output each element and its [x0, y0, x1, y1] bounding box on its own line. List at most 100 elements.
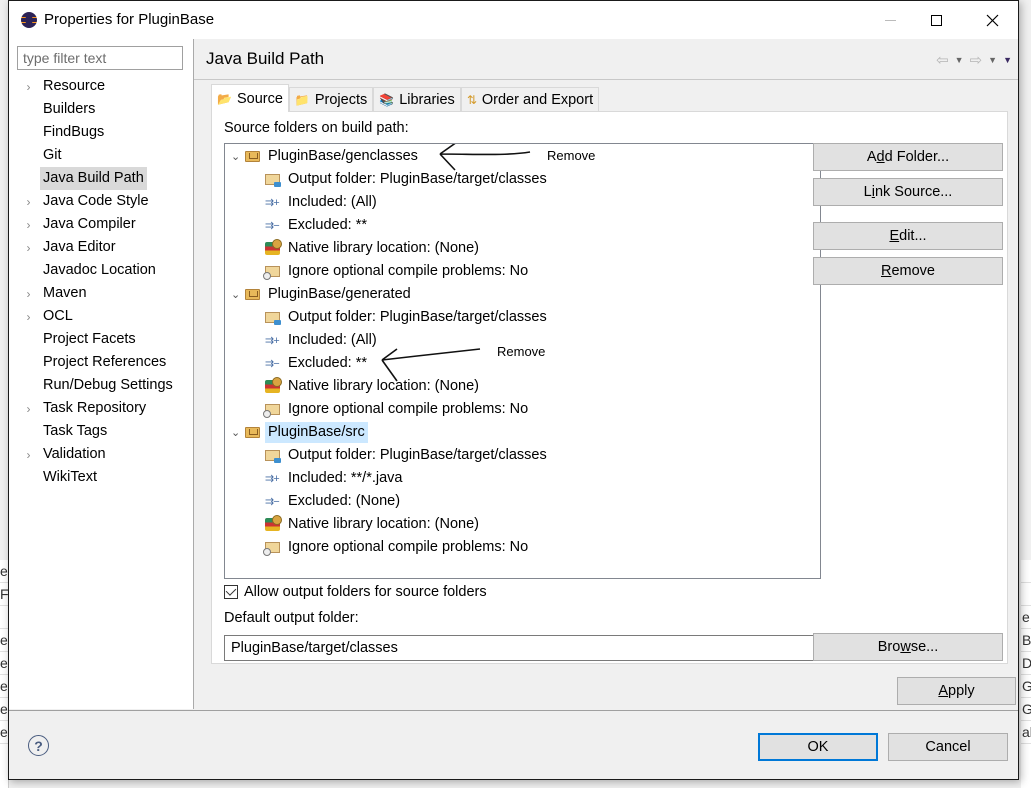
sidebar-item-label: Java Build Path: [40, 167, 147, 190]
sidebar-item-validation[interactable]: › Validation: [17, 443, 192, 466]
sidebar-item-project-references[interactable]: Project References: [17, 351, 192, 374]
sidebar-item-task-repository[interactable]: › Task Repository: [17, 397, 192, 420]
sidebar-item-label: WikiText: [43, 469, 97, 485]
sidebar-item-label: Java Editor: [43, 239, 116, 255]
sidebar-item-git[interactable]: Git: [17, 144, 192, 167]
link-source-button[interactable]: Link Source...: [813, 178, 1003, 206]
chevron-down-icon[interactable]: ⌄: [231, 150, 245, 163]
filter-input[interactable]: [17, 46, 183, 70]
chevron-right-icon[interactable]: ›: [17, 448, 40, 462]
attribute-text: Included: (All): [288, 194, 377, 210]
source-folder-row[interactable]: ⌄ PluginBase/src: [231, 421, 368, 444]
allow-output-folders-label: Allow output folders for source folders: [244, 584, 487, 600]
chevron-right-icon[interactable]: ›: [17, 241, 40, 255]
minimize-icon: [884, 19, 896, 21]
source-folder-attribute-row[interactable]: ⇉+ Included: (All): [265, 191, 380, 214]
native-library-icon: [265, 377, 285, 393]
source-folder-attribute-row[interactable]: Ignore optional compile problems: No: [263, 260, 531, 283]
sidebar-item-task-tags[interactable]: Task Tags: [17, 420, 192, 443]
attribute-text: Included: **/*.java: [288, 470, 403, 486]
sidebar-item-java-build-path[interactable]: Java Build Path: [17, 167, 192, 190]
tab-source[interactable]: 📂 Source: [211, 84, 289, 112]
sidebar-item-java-code-style[interactable]: › Java Code Style: [17, 190, 192, 213]
source-folder-attribute-row[interactable]: ⇉+ Included: **/*.java: [265, 467, 405, 490]
chevron-right-icon[interactable]: ›: [17, 310, 40, 324]
sidebar-item-label: Maven: [43, 285, 87, 301]
default-output-folder-label: Default output folder:: [224, 610, 359, 626]
chevron-right-icon[interactable]: ›: [17, 287, 40, 301]
footer-separator: [9, 710, 1018, 711]
sidebar-item-javadoc-location[interactable]: Javadoc Location: [17, 259, 192, 282]
chevron-right-icon[interactable]: ›: [17, 218, 40, 232]
ignore-problems-icon: [263, 404, 285, 418]
chevron-down-icon[interactable]: ⌄: [231, 288, 245, 301]
tab-projects[interactable]: 📁 Projects: [288, 87, 374, 112]
source-folder-attribute-row[interactable]: Native library location: (None): [265, 237, 482, 260]
view-menu-icon[interactable]: ▼: [1003, 55, 1012, 65]
source-folder-icon: [245, 151, 265, 162]
source-folder-attribute-row[interactable]: Output folder: PluginBase/target/classes: [265, 444, 550, 467]
sidebar-item-project-facets[interactable]: Project Facets: [17, 328, 192, 351]
edit-button[interactable]: Edit...: [813, 222, 1003, 250]
background-row: B: [1021, 629, 1031, 652]
remove-button[interactable]: Remove: [813, 257, 1003, 285]
source-folders-tree[interactable]: Remove Remove ⌄ PluginBase/genclasses Outp…: [224, 143, 821, 579]
minimize-button[interactable]: [867, 1, 913, 39]
back-dropdown-icon[interactable]: ▼: [955, 55, 964, 65]
sidebar-item-label: FindBugs: [43, 124, 105, 140]
back-arrow-icon[interactable]: ⇦: [936, 51, 949, 69]
source-folder-row[interactable]: ⌄ PluginBase/generated: [231, 283, 414, 306]
checkbox-checked-icon[interactable]: [224, 585, 238, 599]
sidebar-item-wikitext[interactable]: WikiText: [17, 466, 192, 489]
chevron-right-icon[interactable]: ›: [17, 195, 40, 209]
attribute-text: Output folder: PluginBase/target/classes: [288, 447, 547, 463]
tab-order-and-export[interactable]: ⇅ Order and Export: [460, 87, 600, 112]
browse-button[interactable]: Browse...: [813, 633, 1003, 661]
annotation-remove-1: Remove: [547, 148, 596, 163]
source-folder-attribute-row[interactable]: ⇉− Excluded: **: [265, 352, 370, 375]
sidebar-item-ocl[interactable]: › OCL: [17, 305, 192, 328]
source-folder-attribute-row[interactable]: ⇉− Excluded: (None): [265, 490, 403, 513]
sidebar-item-findbugs[interactable]: FindBugs: [17, 121, 192, 144]
attribute-text: Included: (All): [288, 332, 377, 348]
source-folder-attribute-row[interactable]: Output folder: PluginBase/target/classes: [265, 306, 550, 329]
background-row: e: [0, 560, 8, 583]
close-button[interactable]: [969, 1, 1015, 39]
attribute-text: Output folder: PluginBase/target/classes: [288, 309, 547, 325]
maximize-button[interactable]: [913, 1, 959, 39]
source-folder-attribute-row[interactable]: ⇉+ Included: (All): [265, 329, 380, 352]
sidebar-item-run-debug-settings[interactable]: Run/Debug Settings: [17, 374, 192, 397]
native-library-icon: [265, 515, 285, 531]
sidebar-item-maven[interactable]: › Maven: [17, 282, 192, 305]
sidebar-item-label: Git: [43, 147, 62, 163]
source-folder-attribute-row[interactable]: Ignore optional compile problems: No: [263, 398, 531, 421]
apply-button[interactable]: Apply: [897, 677, 1016, 705]
forward-arrow-icon[interactable]: ⇨: [970, 51, 983, 69]
exclusion-filter-icon: ⇉−: [265, 358, 280, 370]
inclusion-filter-icon: ⇉+: [265, 473, 280, 485]
sidebar-item-java-editor[interactable]: › Java Editor: [17, 236, 192, 259]
eclipse-icon: [21, 12, 37, 28]
page-title: Java Build Path: [206, 49, 325, 68]
sidebar-item-builders[interactable]: Builders: [17, 98, 192, 121]
add-folder-button[interactable]: Add Folder...: [813, 143, 1003, 171]
cancel-button[interactable]: Cancel: [888, 733, 1008, 761]
help-icon[interactable]: ?: [28, 735, 49, 756]
source-folder-attribute-row[interactable]: Ignore optional compile problems: No: [263, 536, 531, 559]
source-folder-attribute-row[interactable]: ⇉− Excluded: **: [265, 214, 370, 237]
default-output-folder-input[interactable]: PluginBase/target/classes: [224, 635, 821, 661]
sidebar-item-resource[interactable]: › Resource: [17, 75, 192, 98]
chevron-right-icon[interactable]: ›: [17, 80, 40, 94]
allow-output-folders-checkbox[interactable]: Allow output folders for source folders: [224, 584, 487, 600]
chevron-down-icon[interactable]: ⌄: [231, 426, 245, 439]
chevron-right-icon[interactable]: ›: [17, 402, 40, 416]
ok-button[interactable]: OK: [758, 733, 878, 761]
background-row: [0, 606, 8, 629]
tab-libraries[interactable]: 📚 Libraries: [373, 87, 461, 112]
source-folder-attribute-row[interactable]: Output folder: PluginBase/target/classes: [265, 168, 550, 191]
source-folder-row[interactable]: ⌄ PluginBase/genclasses: [231, 145, 421, 168]
sidebar-item-java-compiler[interactable]: › Java Compiler: [17, 213, 192, 236]
source-folder-attribute-row[interactable]: Native library location: (None): [265, 375, 482, 398]
forward-dropdown-icon[interactable]: ▼: [988, 55, 997, 65]
source-folder-attribute-row[interactable]: Native library location: (None): [265, 513, 482, 536]
